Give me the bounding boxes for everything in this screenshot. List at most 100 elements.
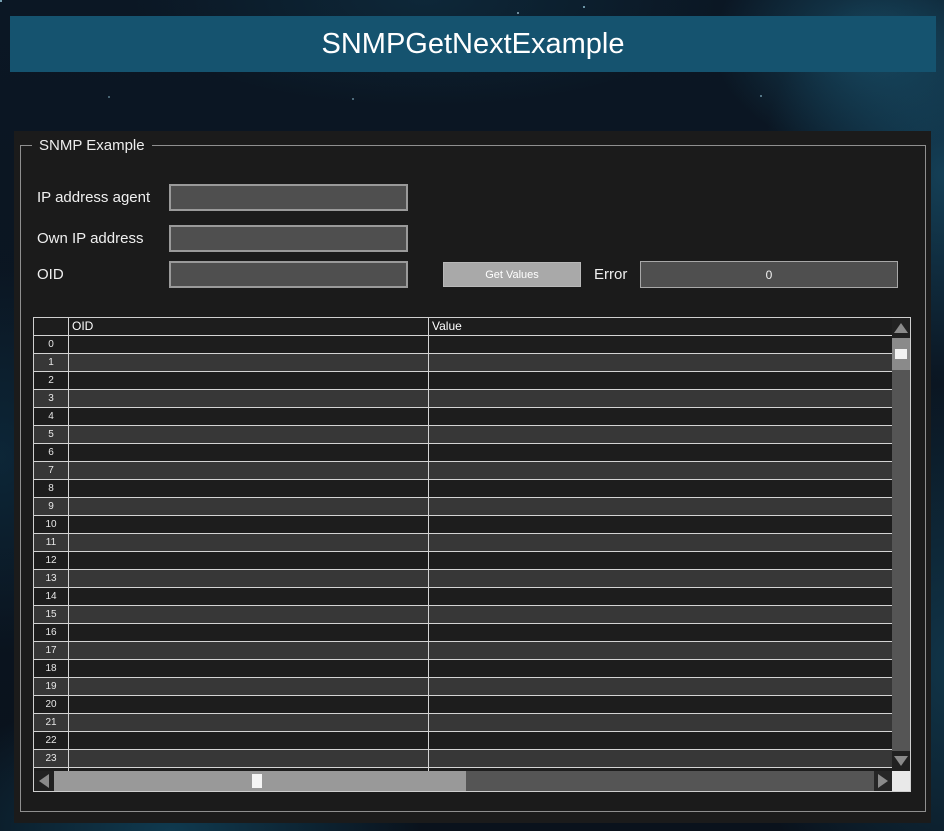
scroll-up-button[interactable] — [892, 318, 910, 338]
oid-cell[interactable] — [69, 660, 429, 677]
table-row[interactable]: 20 — [34, 696, 892, 714]
oid-input[interactable] — [169, 261, 408, 288]
value-cell[interactable] — [429, 552, 892, 569]
table-row[interactable]: 10 — [34, 516, 892, 534]
oid-cell[interactable] — [69, 642, 429, 659]
oid-cell[interactable] — [69, 732, 429, 749]
error-value-field[interactable] — [640, 261, 898, 288]
row-header-cell[interactable]: 9 — [34, 498, 69, 515]
row-header-cell[interactable]: 21 — [34, 714, 69, 731]
scroll-left-button[interactable] — [34, 771, 54, 791]
row-header-cell[interactable]: 14 — [34, 588, 69, 605]
row-header-cell[interactable]: 23 — [34, 750, 69, 767]
oid-cell[interactable] — [69, 696, 429, 713]
table-row[interactable]: 0 — [34, 336, 892, 354]
row-header-cell[interactable]: 13 — [34, 570, 69, 587]
oid-cell[interactable] — [69, 516, 429, 533]
value-cell[interactable] — [429, 750, 892, 767]
value-cell[interactable] — [429, 696, 892, 713]
grid-corner-cell[interactable] — [34, 318, 69, 335]
table-row[interactable]: 12 — [34, 552, 892, 570]
value-cell[interactable] — [429, 408, 892, 425]
row-header-cell[interactable]: 1 — [34, 354, 69, 371]
table-row[interactable]: 6 — [34, 444, 892, 462]
value-cell[interactable] — [429, 732, 892, 749]
value-cell[interactable] — [429, 444, 892, 461]
value-cell[interactable] — [429, 462, 892, 479]
row-header-cell[interactable]: 5 — [34, 426, 69, 443]
column-header-value[interactable]: Value — [429, 318, 892, 335]
table-row[interactable]: 17 — [34, 642, 892, 660]
value-cell[interactable] — [429, 480, 892, 497]
row-header-cell[interactable]: 20 — [34, 696, 69, 713]
table-row[interactable]: 19 — [34, 678, 892, 696]
value-cell[interactable] — [429, 426, 892, 443]
row-header-cell[interactable]: 15 — [34, 606, 69, 623]
table-row[interactable]: 13 — [34, 570, 892, 588]
oid-cell[interactable] — [69, 606, 429, 623]
own-ip-input[interactable] — [169, 225, 408, 252]
oid-cell[interactable] — [69, 480, 429, 497]
value-cell[interactable] — [429, 516, 892, 533]
oid-cell[interactable] — [69, 390, 429, 407]
row-header-cell[interactable]: 12 — [34, 552, 69, 569]
oid-cell[interactable] — [69, 588, 429, 605]
oid-cell[interactable] — [69, 624, 429, 641]
table-row[interactable]: 1 — [34, 354, 892, 372]
oid-cell[interactable] — [69, 444, 429, 461]
oid-cell[interactable] — [69, 372, 429, 389]
value-cell[interactable] — [429, 534, 892, 551]
scroll-right-button[interactable] — [874, 771, 892, 791]
oid-cell[interactable] — [69, 750, 429, 767]
value-cell[interactable] — [429, 642, 892, 659]
oid-cell[interactable] — [69, 426, 429, 443]
table-row[interactable]: 18 — [34, 660, 892, 678]
oid-cell[interactable] — [69, 552, 429, 569]
row-header-cell[interactable]: 3 — [34, 390, 69, 407]
row-header-cell[interactable]: 6 — [34, 444, 69, 461]
value-cell[interactable] — [429, 336, 892, 353]
scroll-down-button[interactable] — [892, 751, 910, 771]
value-cell[interactable] — [429, 624, 892, 641]
row-header-cell[interactable]: 2 — [34, 372, 69, 389]
value-cell[interactable] — [429, 678, 892, 695]
value-cell[interactable] — [429, 354, 892, 371]
oid-cell[interactable] — [69, 498, 429, 515]
table-row[interactable]: 22 — [34, 732, 892, 750]
row-header-cell[interactable]: 11 — [34, 534, 69, 551]
row-header-cell[interactable]: 8 — [34, 480, 69, 497]
table-row[interactable]: 5 — [34, 426, 892, 444]
table-row[interactable]: 23 — [34, 750, 892, 768]
row-header-cell[interactable]: 7 — [34, 462, 69, 479]
table-row[interactable]: 21 — [34, 714, 892, 732]
oid-cell[interactable] — [69, 678, 429, 695]
row-header-cell[interactable]: 10 — [34, 516, 69, 533]
table-row[interactable]: 8 — [34, 480, 892, 498]
vertical-scrollbar[interactable] — [892, 318, 910, 771]
value-cell[interactable] — [429, 660, 892, 677]
value-cell[interactable] — [429, 606, 892, 623]
oid-cell[interactable] — [69, 336, 429, 353]
table-row[interactable]: 11 — [34, 534, 892, 552]
row-header-cell[interactable]: 16 — [34, 624, 69, 641]
row-header-cell[interactable]: 19 — [34, 678, 69, 695]
table-row[interactable]: 4 — [34, 408, 892, 426]
row-header-cell[interactable]: 22 — [34, 732, 69, 749]
value-cell[interactable] — [429, 570, 892, 587]
oid-cell[interactable] — [69, 714, 429, 731]
ip-agent-input[interactable] — [169, 184, 408, 211]
oid-cell[interactable] — [69, 354, 429, 371]
table-row[interactable]: 7 — [34, 462, 892, 480]
oid-cell[interactable] — [69, 570, 429, 587]
table-row[interactable]: 9 — [34, 498, 892, 516]
value-cell[interactable] — [429, 390, 892, 407]
table-row[interactable]: 16 — [34, 624, 892, 642]
oid-cell[interactable] — [69, 534, 429, 551]
value-cell[interactable] — [429, 498, 892, 515]
get-values-button[interactable]: Get Values — [443, 262, 581, 287]
horizontal-scrollbar[interactable] — [34, 771, 892, 791]
vertical-scroll-thumb[interactable] — [892, 338, 910, 370]
value-cell[interactable] — [429, 714, 892, 731]
row-header-cell[interactable]: 18 — [34, 660, 69, 677]
horizontal-scroll-thumb[interactable] — [54, 771, 466, 791]
